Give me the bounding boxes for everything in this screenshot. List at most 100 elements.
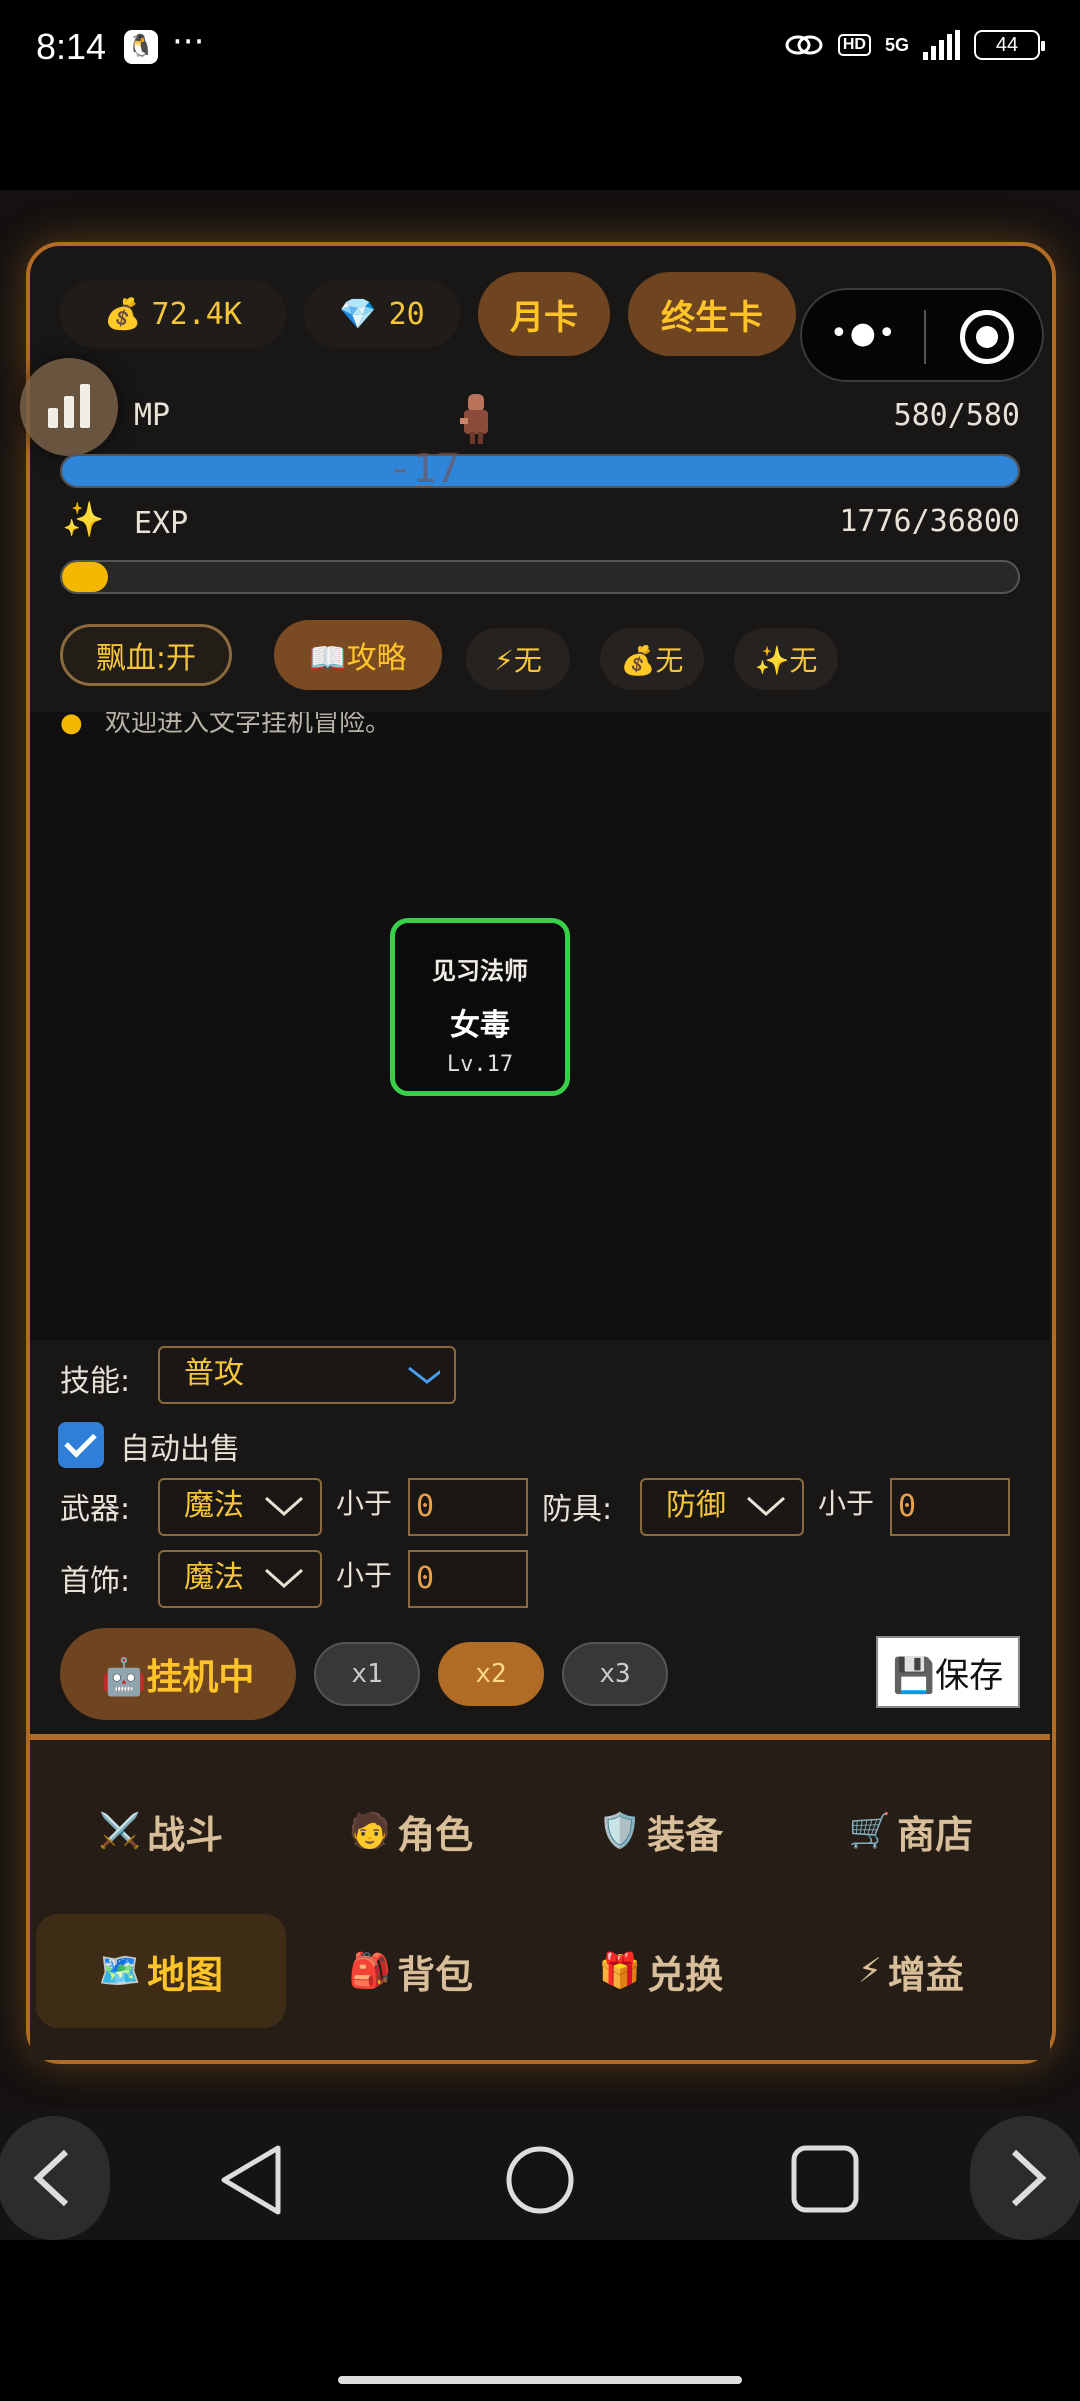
close-miniprogram-button[interactable] bbox=[960, 310, 1014, 364]
hd-badge: HD bbox=[837, 34, 871, 56]
nav-equipment-label: 装备 bbox=[647, 1812, 724, 1857]
speed-x3-button[interactable]: x3 bbox=[562, 1642, 668, 1706]
nav-buffs[interactable]: ⚡ 增益 bbox=[786, 1914, 1036, 2028]
armor-label: 防具: bbox=[542, 1492, 613, 1527]
person-icon: 🧑 bbox=[348, 1811, 392, 1851]
armor-threshold-input[interactable]: 0 bbox=[890, 1478, 1010, 1536]
blood-toggle[interactable]: 飘血:开 bbox=[60, 624, 232, 686]
weapon-value: 魔法 bbox=[184, 1488, 244, 1523]
accessory-select[interactable]: 魔法 bbox=[158, 1550, 322, 1608]
armor-less-than: 小于 bbox=[818, 1487, 875, 1520]
nav-redeem-label: 兑换 bbox=[647, 1952, 724, 1997]
idle-toggle-button[interactable]: 🤖挂机中 bbox=[60, 1628, 296, 1720]
back-icon[interactable] bbox=[216, 2142, 286, 2218]
nav-redeem[interactable]: 🎁 兑换 bbox=[536, 1914, 786, 2028]
exp-bar-fill bbox=[62, 562, 108, 592]
auto-sell-label: 自动出售 bbox=[120, 1432, 240, 1467]
chevron-down-icon bbox=[265, 1568, 303, 1589]
nav-bag-label: 背包 bbox=[397, 1952, 474, 1997]
skill-select[interactable]: 普攻 bbox=[158, 1346, 456, 1404]
sparkles-icon: ✨ bbox=[62, 500, 105, 540]
gem-display: 💎 20 bbox=[304, 280, 460, 348]
crossed-swords-icon: ⚔️ bbox=[98, 1811, 142, 1851]
money-bag-icon: 💰 bbox=[104, 296, 142, 332]
recents-icon[interactable] bbox=[790, 2144, 860, 2214]
capsule-divider bbox=[924, 310, 926, 364]
nav-battle-label: 战斗 bbox=[147, 1812, 224, 1857]
status-icons: HD 5G 44 bbox=[784, 30, 1045, 60]
battle-log-text: 欢迎进入文字挂机冒险。 bbox=[104, 712, 391, 738]
miniprogram-capsule: •●• bbox=[800, 288, 1044, 382]
chevron-down-icon bbox=[265, 1496, 303, 1517]
prev-page-button[interactable] bbox=[0, 2116, 110, 2240]
chevron-down-icon bbox=[747, 1496, 785, 1517]
lifetime-card-button[interactable]: 终生卡 bbox=[628, 272, 796, 356]
nav-buffs-label: 增益 bbox=[887, 1952, 964, 1997]
battery-icon: 44 bbox=[974, 30, 1045, 60]
home-indicator[interactable] bbox=[338, 2376, 742, 2384]
exp-bar bbox=[60, 560, 1020, 594]
clock: 8:14 bbox=[36, 26, 107, 67]
floating-stats-button[interactable] bbox=[20, 358, 118, 456]
weapon-select[interactable]: 魔法 bbox=[158, 1478, 322, 1536]
nav-map[interactable]: 🗺️ 地图 bbox=[36, 1914, 286, 2028]
mp-bar-fill bbox=[62, 456, 1018, 486]
armor-select[interactable]: 防御 bbox=[640, 1478, 804, 1536]
skill-value: 普攻 bbox=[184, 1356, 244, 1391]
accessory-threshold-input[interactable]: 0 bbox=[408, 1550, 528, 1608]
gold-display: 💰 72.4K bbox=[60, 280, 286, 348]
auto-sell-checkbox[interactable] bbox=[58, 1422, 104, 1468]
battle-log-line: ● 欢迎进入文字挂机冒险。 bbox=[60, 712, 391, 739]
armor-value: 防御 bbox=[666, 1488, 726, 1523]
nav-shop-label: 商店 bbox=[897, 1812, 974, 1857]
accessory-label: 首饰: bbox=[60, 1564, 131, 1599]
mp-bar bbox=[60, 454, 1020, 488]
mp-label: MP bbox=[134, 398, 171, 433]
world-map-icon: 🗺️ bbox=[98, 1951, 142, 1991]
link-icon bbox=[785, 35, 823, 55]
chevron-right-icon bbox=[1011, 2149, 1047, 2207]
chevron-left-icon bbox=[33, 2149, 69, 2207]
home-icon[interactable] bbox=[504, 2144, 576, 2216]
qq-icon: 🐧 bbox=[124, 30, 158, 64]
damage-popup: -17 bbox=[388, 446, 461, 492]
accessory-value: 魔法 bbox=[184, 1560, 244, 1595]
weapon-label: 武器: bbox=[60, 1492, 131, 1527]
month-card-button[interactable]: 月卡 bbox=[478, 272, 610, 356]
bar-chart-icon-bar bbox=[64, 396, 74, 428]
weapon-threshold-input[interactable]: 0 bbox=[408, 1478, 528, 1536]
speed-buff-badge[interactable]: ⚡无 bbox=[466, 628, 570, 690]
guide-button[interactable]: 📖攻略 bbox=[274, 620, 442, 690]
speed-x1-button[interactable]: x1 bbox=[314, 1642, 420, 1706]
enemy-card[interactable]: 见习法师 女毒 Lv.17 bbox=[390, 918, 570, 1096]
nav-shop[interactable]: 🛒 商店 bbox=[786, 1774, 1036, 1888]
more-menu-button[interactable]: •●• bbox=[830, 316, 898, 351]
backpack-icon: 🎒 bbox=[348, 1951, 392, 1991]
exp-buff-badge[interactable]: ✨无 bbox=[734, 628, 838, 690]
gold-buff-badge[interactable]: 💰无 bbox=[600, 628, 704, 690]
shopping-cart-icon: 🛒 bbox=[848, 1811, 892, 1851]
nav-character[interactable]: 🧑 角色 bbox=[286, 1774, 536, 1888]
mp-value: 580/580 bbox=[893, 398, 1020, 433]
signal-icon bbox=[923, 30, 960, 60]
accessory-less-than: 小于 bbox=[336, 1559, 393, 1592]
enemy-level: Lv.17 bbox=[446, 1052, 514, 1077]
nav-map-label: 地图 bbox=[147, 1952, 224, 1997]
more-notifications-icon: ··· bbox=[172, 22, 205, 62]
nav-character-label: 角色 bbox=[397, 1812, 474, 1857]
bar-chart-icon-bar bbox=[80, 384, 90, 428]
gift-icon: 🎁 bbox=[598, 1951, 642, 1991]
save-button[interactable]: 💾保存 bbox=[876, 1636, 1020, 1708]
enemy-name: 女毒 bbox=[450, 1008, 510, 1043]
character-sprite bbox=[456, 392, 496, 446]
diamond-icon: 💎 bbox=[339, 296, 377, 332]
battle-area: ● 欢迎进入文字挂机冒险。 见习法师 女毒 Lv.17 bbox=[30, 712, 1050, 1340]
lightning-icon: ⚡ bbox=[858, 1951, 882, 1991]
nav-battle[interactable]: ⚔️ 战斗 bbox=[36, 1774, 286, 1888]
weapon-less-than: 小于 bbox=[336, 1487, 393, 1520]
nav-equipment[interactable]: 🛡️ 装备 bbox=[536, 1774, 786, 1888]
speed-x2-button[interactable]: x2 bbox=[438, 1642, 544, 1706]
next-page-button[interactable] bbox=[970, 2116, 1080, 2240]
chevron-down-icon bbox=[408, 1366, 440, 1384]
nav-bag[interactable]: 🎒 背包 bbox=[286, 1914, 536, 2028]
